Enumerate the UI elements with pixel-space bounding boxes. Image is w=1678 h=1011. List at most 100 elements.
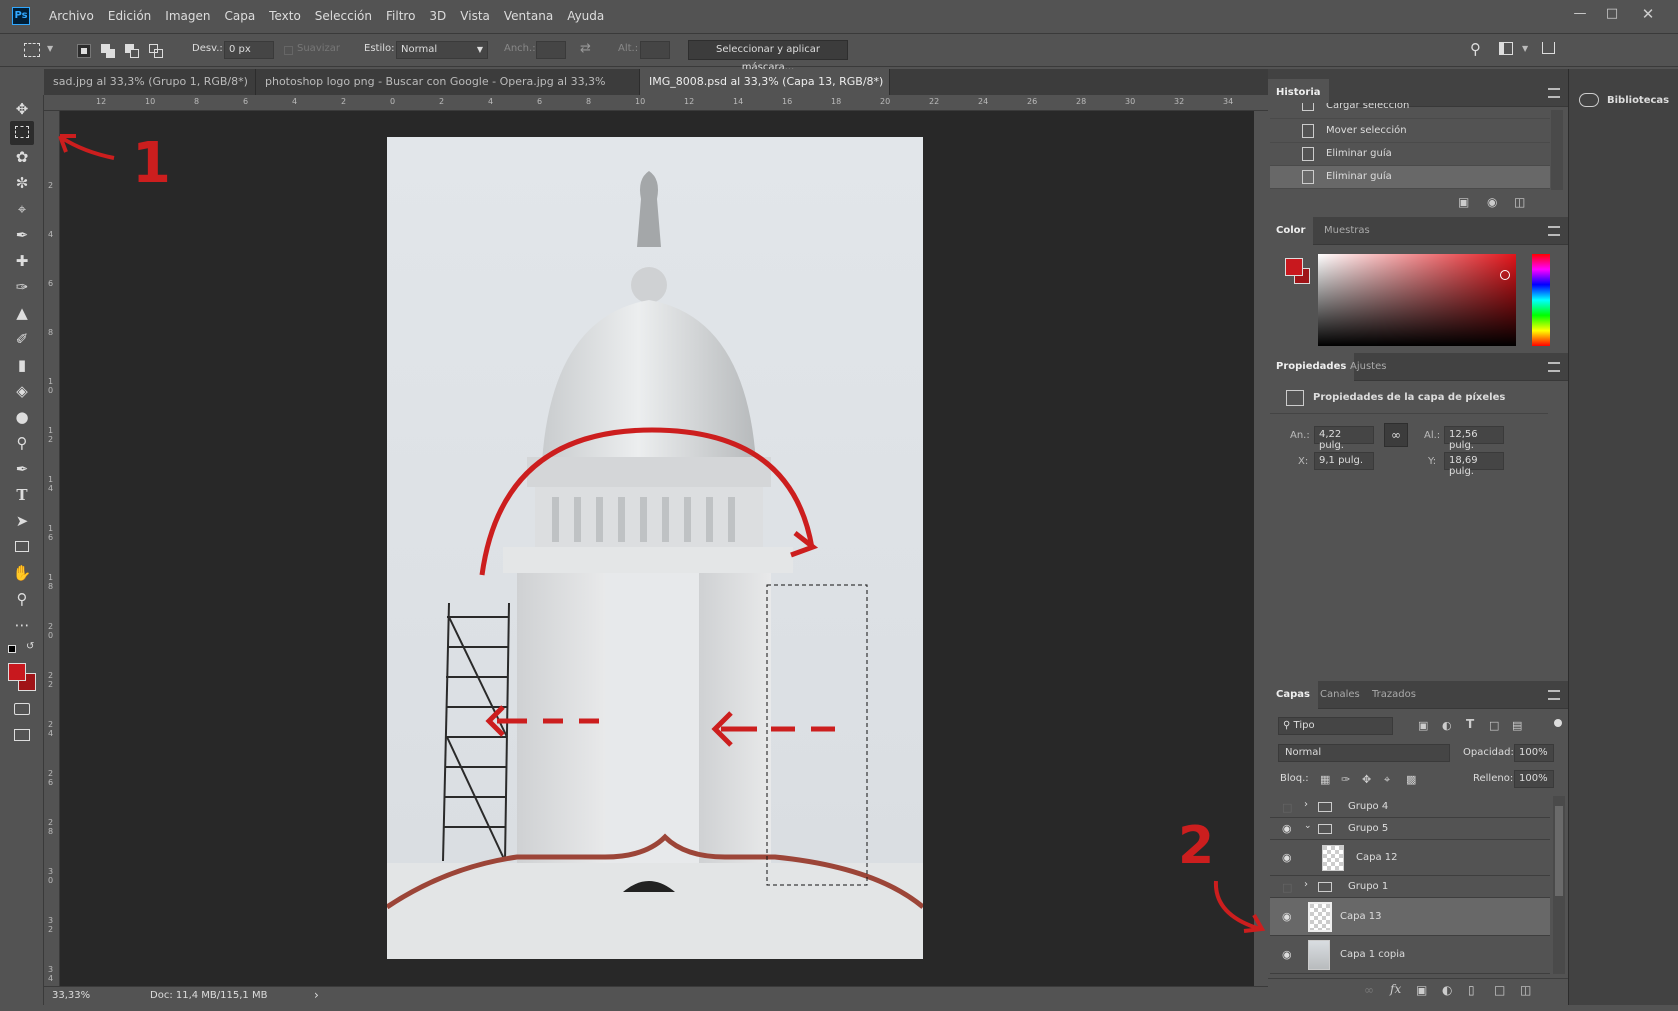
- menu-imagen[interactable]: Imagen: [158, 0, 217, 32]
- link-icon[interactable]: ∞: [1384, 423, 1408, 447]
- zoom-icon[interactable]: ⚲: [10, 587, 34, 611]
- brush-icon[interactable]: ✑: [10, 275, 34, 299]
- select-mask-button[interactable]: Seleccionar y aplicar máscara...: [688, 40, 848, 73]
- menu-archivo[interactable]: Archivo: [42, 0, 101, 32]
- menu-edicion[interactable]: Edición: [101, 0, 158, 32]
- history-item[interactable]: Eliminar guía: [1270, 143, 1550, 166]
- add-selection-icon[interactable]: [101, 44, 115, 58]
- history-item[interactable]: Mover selección: [1270, 120, 1550, 143]
- blur-icon[interactable]: ●: [10, 405, 34, 429]
- visibility-toggle[interactable]: □: [1282, 801, 1296, 814]
- status-menu-arrow[interactable]: ›: [314, 988, 319, 1002]
- menu-capa[interactable]: Capa: [217, 0, 262, 32]
- tab-trazados[interactable]: Trazados: [1364, 681, 1424, 709]
- menu-texto[interactable]: Texto: [262, 0, 308, 32]
- libraries-label[interactable]: Bibliotecas: [1607, 95, 1669, 106]
- dodge-icon[interactable]: ⚲: [10, 431, 34, 455]
- marquee-preset-icon[interactable]: [24, 43, 40, 57]
- rectangle-icon[interactable]: [10, 535, 34, 559]
- panel-menu-icon[interactable]: [1548, 690, 1560, 700]
- history-item[interactable]: Cargar selección: [1270, 103, 1550, 119]
- trash-icon[interactable]: ◫: [1514, 195, 1525, 209]
- opacity-input[interactable]: 100%: [1514, 744, 1554, 762]
- eye-icon[interactable]: ◉: [1282, 851, 1296, 864]
- panel-menu-icon[interactable]: [1548, 362, 1560, 372]
- more-icon[interactable]: ⋯: [10, 613, 34, 637]
- fx-icon[interactable]: fx: [1390, 982, 1401, 996]
- type-icon[interactable]: T: [10, 483, 34, 507]
- tab-img-8008[interactable]: IMG_8008.psd al 33,3% (Capa 13, RGB/8*) …: [640, 69, 890, 114]
- fill-input[interactable]: 100%: [1514, 770, 1554, 788]
- lock-artboard-icon[interactable]: ⌖: [1384, 773, 1390, 787]
- lock-pixels-icon[interactable]: ✑: [1341, 773, 1350, 786]
- panel-menu-icon[interactable]: [1548, 226, 1560, 236]
- close-window-icon[interactable]: ✕: [1636, 4, 1660, 24]
- maximize-icon[interactable]: □: [1600, 4, 1624, 24]
- move-icon[interactable]: ✥: [10, 97, 34, 121]
- tab-canales[interactable]: Canales: [1312, 681, 1368, 709]
- lock-all-icon[interactable]: ▩: [1406, 773, 1416, 786]
- healing-icon[interactable]: ✚: [10, 249, 34, 273]
- eye-icon[interactable]: ◉: [1282, 948, 1296, 961]
- new-layer-icon[interactable]: □: [1494, 983, 1505, 997]
- crop-icon[interactable]: ⌖: [10, 197, 34, 221]
- suavizar-checkbox[interactable]: [284, 46, 293, 55]
- new-document-icon[interactable]: ▣: [1458, 195, 1469, 209]
- desv-input[interactable]: 0 px: [224, 41, 274, 59]
- width-input[interactable]: 4,22 pulg.: [1314, 426, 1374, 451]
- pen-icon[interactable]: ✒: [10, 457, 34, 481]
- layer-row[interactable]: □ › Grupo 4: [1270, 796, 1550, 818]
- eye-icon[interactable]: ◉: [1282, 822, 1296, 835]
- trash-icon[interactable]: ◫: [1520, 983, 1531, 997]
- eye-icon[interactable]: ◉: [1282, 910, 1296, 923]
- tab-sad[interactable]: sad.jpg al 33,3% (Grupo 1, RGB/8*) *×: [44, 69, 256, 114]
- history-scrollbar[interactable]: [1551, 110, 1563, 190]
- adjustment-layer-icon[interactable]: ◐: [1442, 983, 1452, 997]
- filter-smart-icon[interactable]: ▤: [1512, 719, 1522, 732]
- libraries-icon[interactable]: [1579, 93, 1599, 107]
- lasso-icon[interactable]: ✿: [10, 145, 34, 169]
- blend-mode-select[interactable]: Normal: [1278, 744, 1450, 762]
- panel-menu-icon[interactable]: [1548, 88, 1560, 98]
- chevron-down-icon[interactable]: ▼: [47, 44, 53, 53]
- layer-row-selected[interactable]: ◉ Capa 13: [1270, 898, 1550, 936]
- layers-scrollbar[interactable]: [1553, 796, 1565, 974]
- tab-capas[interactable]: Capas: [1268, 681, 1318, 709]
- add-mask-icon[interactable]: ▣: [1416, 983, 1427, 997]
- hand-icon[interactable]: ✋: [10, 561, 34, 585]
- filter-adjustment-icon[interactable]: ◐: [1442, 719, 1452, 732]
- lock-position-icon[interactable]: ✥: [1362, 773, 1371, 786]
- quick-mask-icon[interactable]: [10, 697, 34, 721]
- workspace-icon[interactable]: [1499, 42, 1513, 55]
- foreground-color-swatch[interactable]: [8, 663, 26, 681]
- history-brush-icon[interactable]: ✐: [10, 327, 34, 351]
- camera-icon[interactable]: ◉: [1487, 195, 1497, 209]
- search-icon[interactable]: ⚲: [1470, 40, 1481, 58]
- swap-colors-icon[interactable]: ↺: [26, 641, 34, 652]
- layer-row[interactable]: □ › Grupo 1: [1270, 876, 1550, 898]
- x-input[interactable]: 9,1 pulg.: [1314, 452, 1374, 470]
- new-selection-icon[interactable]: [77, 44, 91, 58]
- subtract-selection-icon[interactable]: [125, 44, 139, 58]
- filter-type-icon[interactable]: T: [1466, 717, 1474, 731]
- filter-pixel-icon[interactable]: ▣: [1418, 719, 1428, 732]
- minimize-icon[interactable]: —: [1568, 4, 1592, 24]
- color-picker-cursor[interactable]: [1500, 270, 1510, 280]
- document-image[interactable]: [387, 137, 923, 959]
- expand-icon[interactable]: ›: [1304, 799, 1308, 810]
- layer-filter-select[interactable]: ⚲ Tipo: [1278, 717, 1393, 735]
- layer-row[interactable]: ◉ Capa 1 copia: [1270, 936, 1550, 974]
- quick-select-icon[interactable]: ✼: [10, 171, 34, 195]
- chevron-down-icon[interactable]: ▼: [1522, 44, 1528, 53]
- zoom-level[interactable]: 33,33%: [52, 990, 90, 1001]
- menu-ayuda[interactable]: Ayuda: [560, 0, 611, 32]
- estilo-select[interactable]: Normal ▼: [396, 41, 488, 59]
- stamp-icon[interactable]: ▲: [10, 301, 34, 325]
- collapse-icon[interactable]: ⌄: [1304, 821, 1312, 831]
- tab-ajustes[interactable]: Ajustes: [1342, 353, 1394, 381]
- tab-photoshop-logo[interactable]: photoshop logo png - Buscar con Google -…: [256, 69, 640, 114]
- screen-mode-icon[interactable]: [10, 723, 34, 747]
- alt-input[interactable]: [640, 41, 670, 59]
- height-input[interactable]: 12,56 pulg.: [1444, 426, 1504, 451]
- lock-transparent-icon[interactable]: ▦: [1320, 773, 1330, 786]
